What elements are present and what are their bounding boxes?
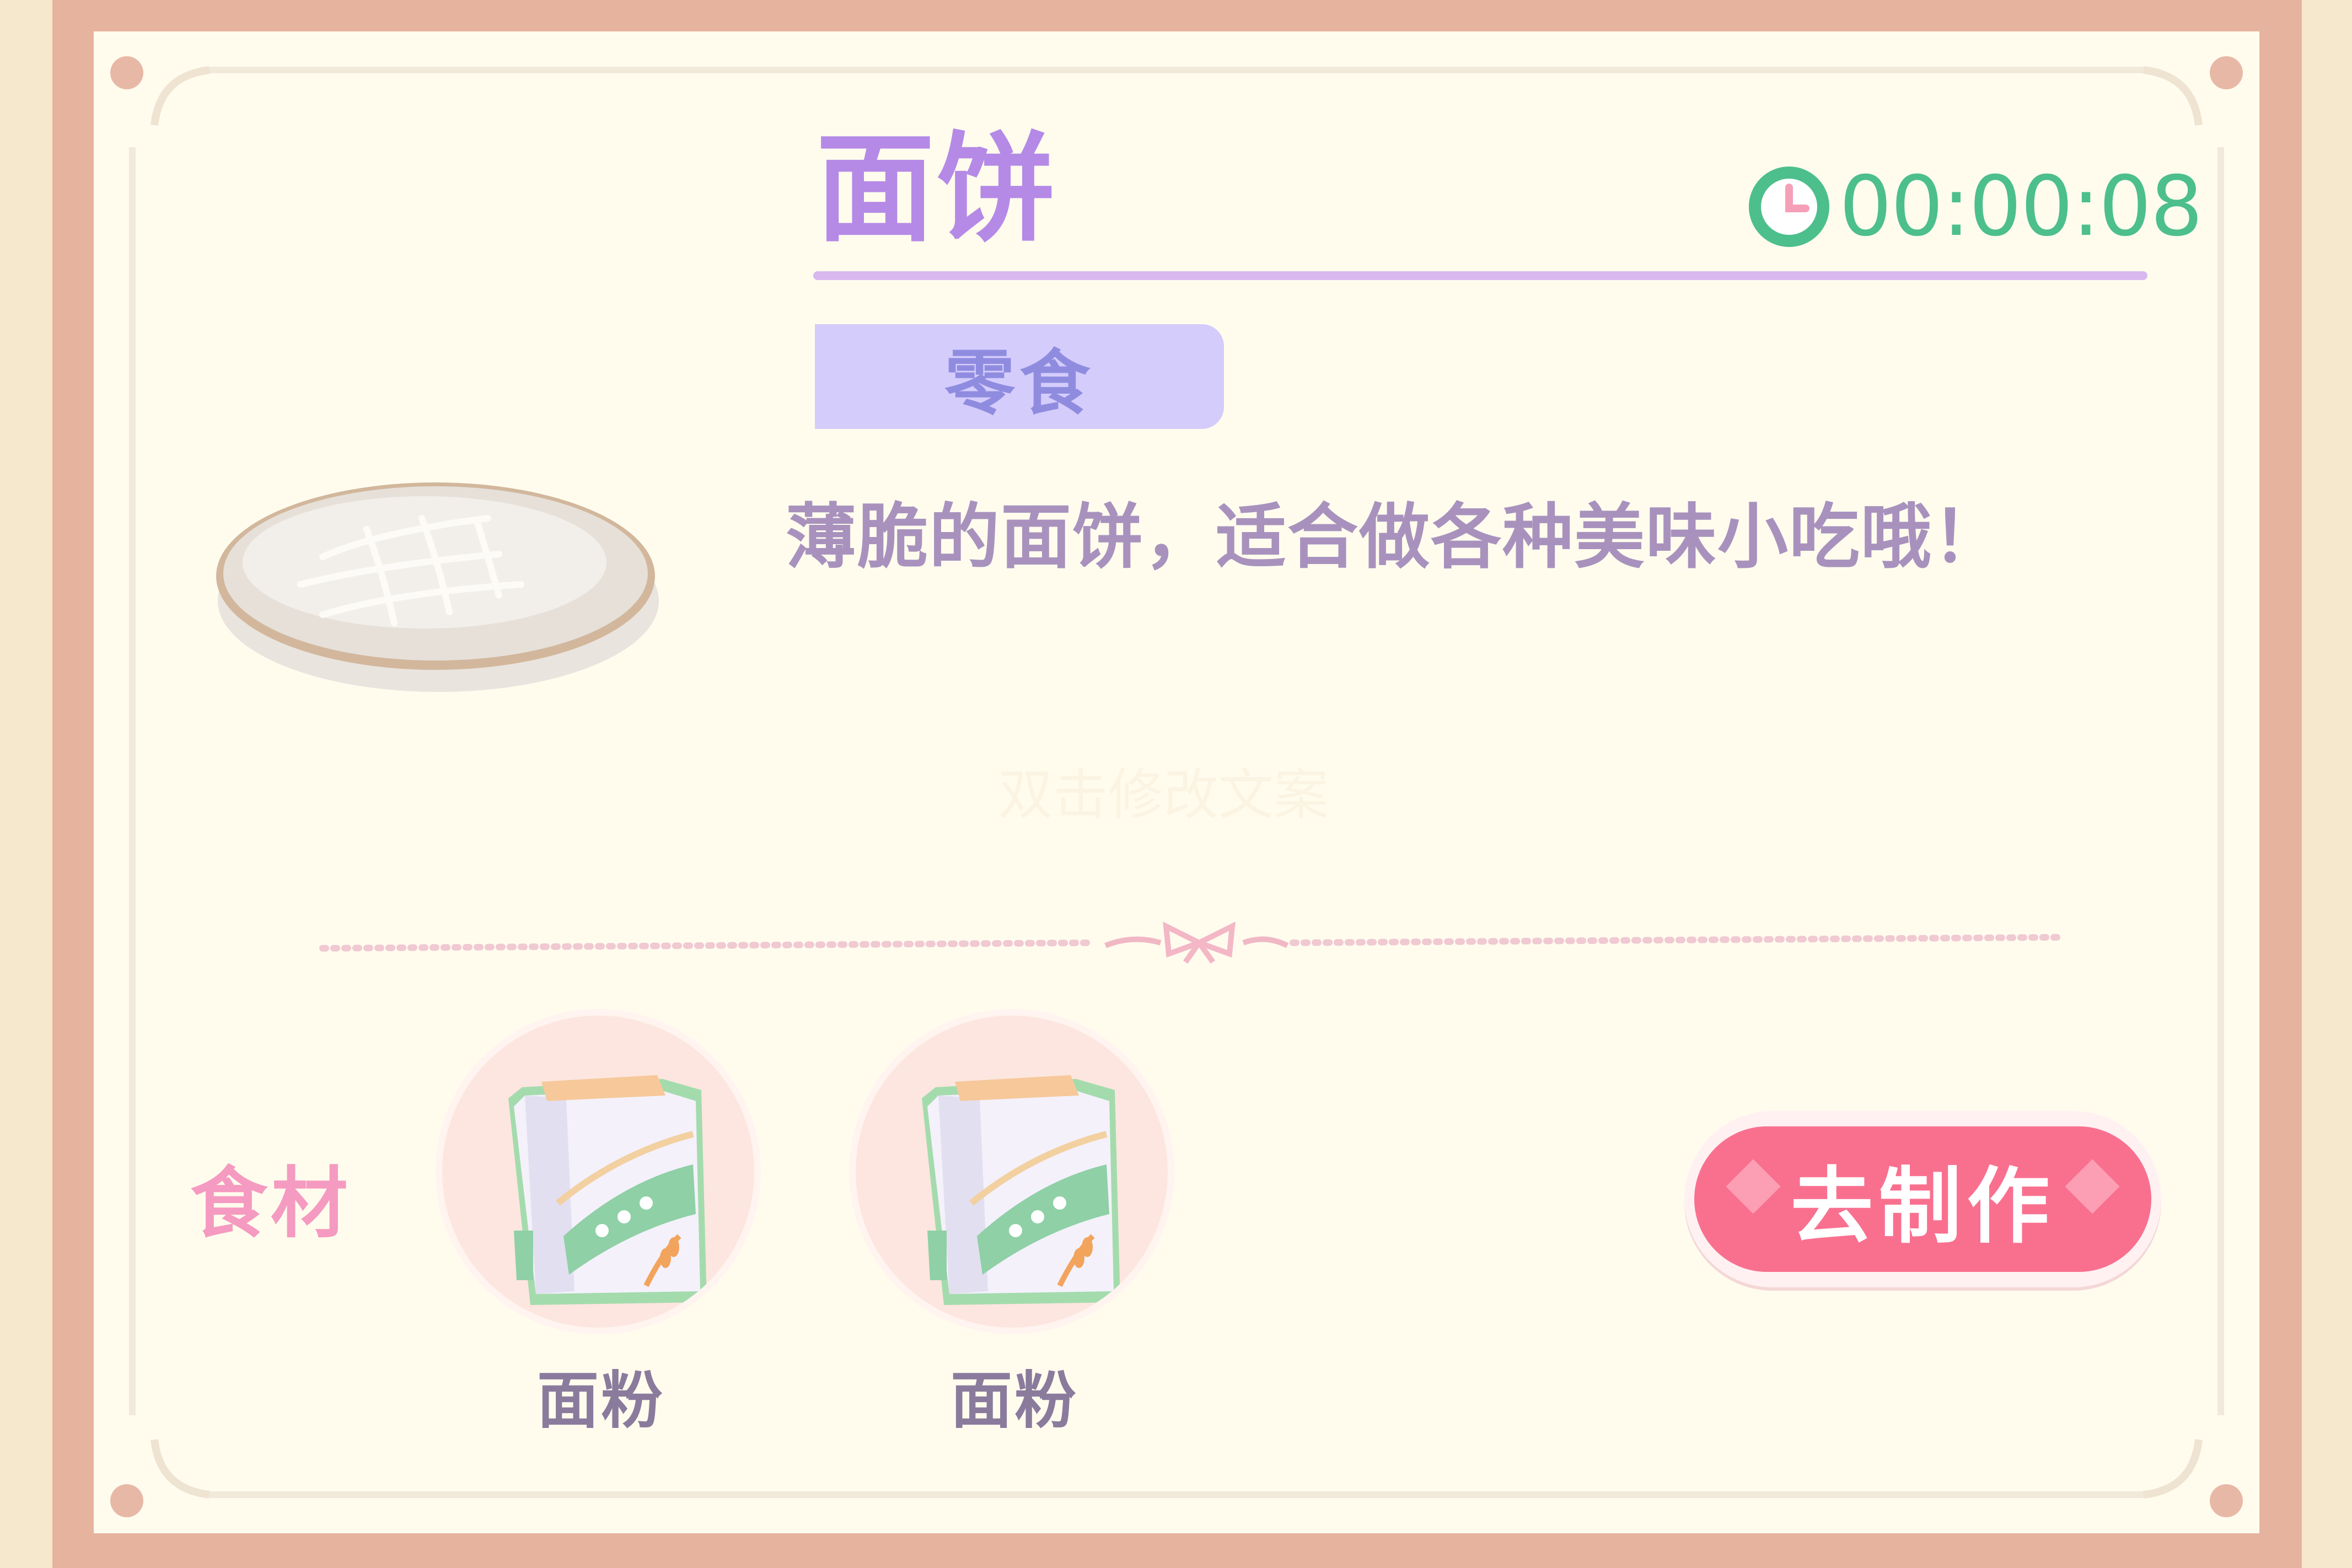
ingredient-circle: [436, 1009, 761, 1334]
flour-bag-icon: [508, 1075, 707, 1305]
ingredient-name: 面粉: [537, 1365, 665, 1437]
edit-hint-watermark: 双击修改文案: [998, 762, 1329, 827]
corner-dot-top-left: [110, 56, 143, 89]
flatbread-icon: [216, 482, 659, 692]
ingredients-label: 食材: [190, 1159, 352, 1249]
clock-icon: [1749, 167, 1829, 247]
recipe-description: 薄脆的面饼，适合做各种美味小吃哦！: [786, 496, 2005, 578]
category-label: 零食: [944, 342, 1094, 425]
make-button-label: 去制作: [1790, 1158, 2055, 1255]
flour-bag-icon: [922, 1075, 1120, 1305]
cooking-timer: 00:00:08: [1748, 159, 2203, 255]
ingredient-circle: [849, 1009, 1174, 1334]
title-underline: [813, 271, 2147, 280]
ribbon-divider: [319, 921, 2063, 964]
make-button[interactable]: 去制作: [1684, 1111, 2161, 1287]
recipe-screen: 面饼 00:00:08 零食 薄脆的面饼，适合做各种美味小吃哦！ 双击修改文案 …: [0, 0, 2352, 1568]
timer-text: 00:00:08: [1839, 159, 2203, 255]
ingredient-name: 面粉: [951, 1365, 1078, 1437]
corner-dot-top-right: [2210, 56, 2243, 89]
recipe-title: 面饼: [816, 120, 1057, 258]
corner-dot-bottom-right: [2210, 1484, 2243, 1517]
category-tag: 零食: [815, 324, 1224, 429]
corner-dot-bottom-left: [110, 1484, 143, 1517]
